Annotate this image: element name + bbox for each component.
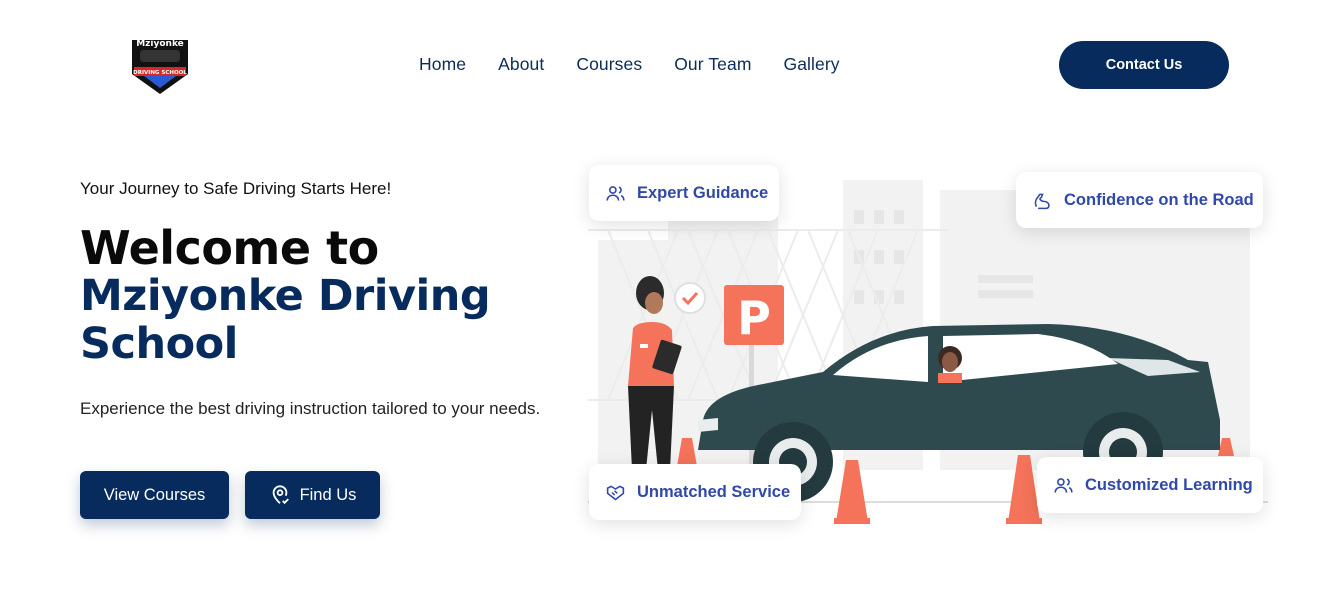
nav-courses[interactable]: Courses <box>576 54 642 75</box>
feature-expert-label: Expert Guidance <box>637 183 769 202</box>
hero-subtitle: Experience the best driving instruction … <box>80 399 541 418</box>
hero-title-line1: Welcome to <box>80 221 379 275</box>
hero-title: Welcome to Mziyonke Driving School <box>80 221 491 369</box>
contact-us-button[interactable]: Contact Us <box>1059 41 1229 89</box>
logo[interactable]: Mziyonke DRIVING SCHOOL <box>126 30 194 98</box>
nav-home[interactable]: Home <box>419 54 466 75</box>
feature-learning-label: Customized Learning <box>1085 475 1253 494</box>
hero-title-line2: Mziyonke Driving <box>80 271 491 321</box>
feature-card-customized-learning: Customized Learning <box>1037 457 1263 513</box>
location-pin-icon <box>272 485 289 505</box>
feature-service-label: Unmatched Service <box>637 482 791 501</box>
find-us-button[interactable]: Find Us <box>245 471 380 519</box>
hero-tagline: Your Journey to Safe Driving Starts Here… <box>80 179 392 198</box>
users-icon <box>1054 477 1073 493</box>
feature-card-confidence: Confidence on the Road <box>1016 172 1263 228</box>
feature-confidence-label: Confidence on the Road <box>1064 190 1254 209</box>
users-icon <box>606 185 625 201</box>
find-us-label: Find Us <box>299 485 357 504</box>
main-nav: Home About Courses Our Team Gallery <box>419 54 872 75</box>
feature-card-expert-guidance: Expert Guidance <box>589 165 779 221</box>
logo-text-bottom: DRIVING SCHOOL <box>133 70 187 76</box>
feature-card-unmatched-service: Unmatched Service <box>589 464 801 520</box>
nav-gallery[interactable]: Gallery <box>784 54 840 75</box>
hero-title-line3: School <box>80 319 238 369</box>
muscle-arm-icon <box>1034 193 1050 209</box>
nav-about[interactable]: About <box>498 54 544 75</box>
parking-sign-letter: P <box>737 291 771 345</box>
view-courses-button[interactable]: View Courses <box>80 471 229 519</box>
handshake-icon <box>606 484 625 500</box>
view-courses-label: View Courses <box>103 485 206 504</box>
logo-text-top: Mziyonke <box>136 39 184 49</box>
nav-our-team[interactable]: Our Team <box>674 54 751 75</box>
